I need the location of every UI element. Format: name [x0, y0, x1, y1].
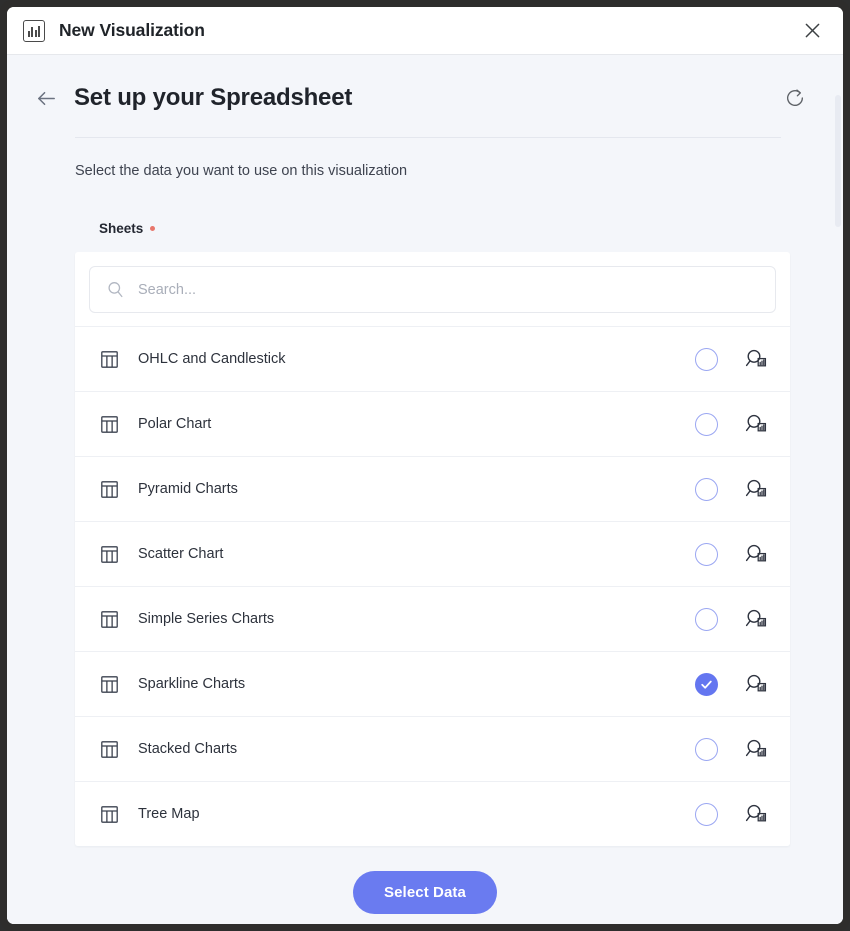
sheet-row-radio[interactable]: [695, 477, 718, 501]
arrow-left-icon[interactable]: [29, 81, 63, 115]
sheet-row[interactable]: Scatter Chart: [75, 521, 790, 586]
search-icon: [106, 280, 125, 299]
sheet-row-radio[interactable]: [695, 412, 718, 436]
search-box[interactable]: [89, 266, 776, 313]
sheets-list: OHLC and Candlestick Polar Chart Pyramid…: [75, 326, 790, 846]
dialog-footer: Select Data: [7, 860, 843, 924]
window-title: New Visualization: [59, 20, 205, 40]
sheet-row-label: Tree Map: [138, 806, 200, 822]
sheet-row-label: Scatter Chart: [138, 546, 224, 562]
sheet-row[interactable]: Polar Chart: [75, 391, 790, 456]
search-data-icon[interactable]: [744, 672, 768, 696]
search-data-icon[interactable]: [744, 542, 768, 566]
sheet-row-label: Simple Series Charts: [138, 611, 275, 627]
table-icon: [99, 609, 120, 630]
sheet-row-label: Pyramid Charts: [138, 481, 238, 497]
title-bar: New Visualization: [7, 7, 843, 55]
table-icon: [99, 804, 120, 825]
search-input[interactable]: [138, 281, 759, 298]
page-scrollbar[interactable]: [833, 55, 841, 924]
sheet-row-radio[interactable]: [695, 737, 718, 761]
search-data-icon[interactable]: [744, 477, 768, 501]
sheet-row[interactable]: Stacked Charts: [75, 716, 790, 781]
table-icon: [99, 674, 120, 695]
search-data-icon[interactable]: [744, 802, 768, 826]
table-icon: [99, 349, 120, 370]
sheet-row-radio[interactable]: [695, 672, 718, 696]
close-icon[interactable]: [795, 14, 829, 48]
sheets-list-card: OHLC and Candlestick P: [75, 252, 790, 846]
sheet-row-label: Polar Chart: [138, 416, 212, 432]
search-data-icon[interactable]: [744, 412, 768, 436]
sheet-row[interactable]: Tree Map: [75, 781, 790, 846]
header-divider: [75, 137, 781, 138]
sheet-row-radio[interactable]: [695, 347, 718, 371]
sheets-field-label-row: Sheets: [99, 221, 843, 236]
sheet-row-radio[interactable]: [695, 542, 718, 566]
table-icon: [99, 479, 120, 500]
sheet-row-radio[interactable]: [695, 607, 718, 631]
search-data-icon[interactable]: [744, 737, 768, 761]
page-body: Set up your Spreadsheet Select the data …: [7, 55, 843, 924]
dialog-window: New Visualization Set up your Spreadshee…: [7, 7, 843, 924]
page-header: Set up your Spreadsheet: [7, 55, 843, 115]
sheet-row[interactable]: Simple Series Charts: [75, 586, 790, 651]
sheet-row[interactable]: Sparkline Charts: [75, 651, 790, 716]
page-title: Set up your Spreadsheet: [74, 84, 353, 111]
refresh-icon[interactable]: [779, 82, 811, 114]
sheet-row-label: OHLC and Candlestick: [138, 351, 286, 367]
sheet-row[interactable]: Pyramid Charts: [75, 456, 790, 521]
sheets-field-label: Sheets: [99, 221, 144, 236]
sheet-row-label: Stacked Charts: [138, 741, 238, 757]
sheet-row-label: Sparkline Charts: [138, 676, 246, 692]
search-data-icon[interactable]: [744, 607, 768, 631]
page-subtitle: Select the data you want to use on this …: [75, 163, 408, 179]
window-frame: New Visualization Set up your Spreadshee…: [0, 0, 850, 931]
table-icon: [99, 739, 120, 760]
sheet-row-radio[interactable]: [695, 802, 718, 826]
sheet-row[interactable]: OHLC and Candlestick: [75, 326, 790, 391]
required-dot-icon: [150, 226, 156, 231]
bar-chart-icon: [23, 19, 45, 42]
table-icon: [99, 544, 120, 565]
search-wrap: [75, 252, 790, 326]
page-scroll-area: Set up your Spreadsheet Select the data …: [7, 55, 843, 924]
select-data-button[interactable]: Select Data: [353, 870, 497, 914]
search-data-icon[interactable]: [744, 347, 768, 371]
table-icon: [99, 414, 120, 435]
page-scrollbar-thumb[interactable]: [835, 95, 841, 227]
